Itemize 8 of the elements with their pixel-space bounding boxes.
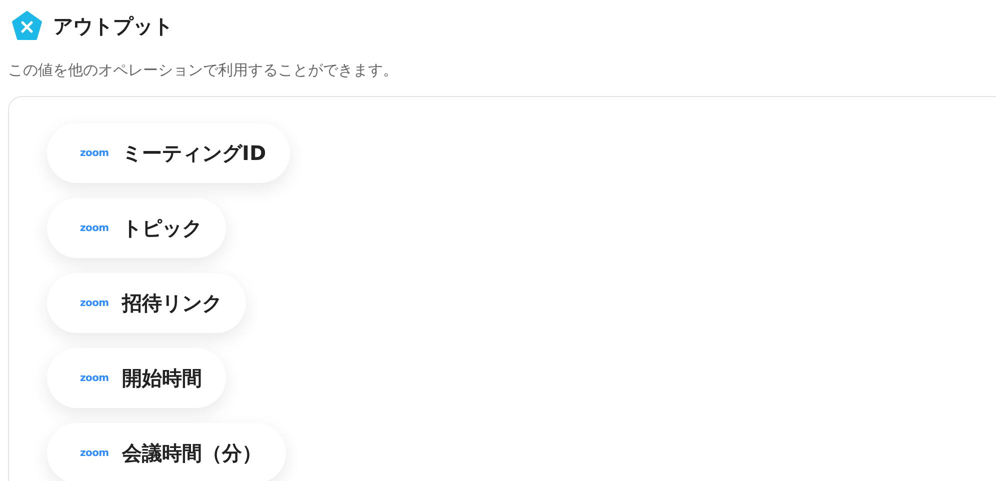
section-description: この値を他のオペレーションで利用することができます。 [8,60,399,80]
output-chip[interactable]: zoom ミーティングID [47,123,290,183]
output-chip[interactable]: zoom トピック [47,198,226,258]
output-chip[interactable]: zoom 会議時間（分） [47,423,286,481]
app-logo-icon [11,10,43,42]
output-chip[interactable]: zoom 招待リンク [47,273,246,333]
section-title: アウトプット [53,12,173,40]
output-chip[interactable]: zoom 開始時間 [47,348,226,408]
